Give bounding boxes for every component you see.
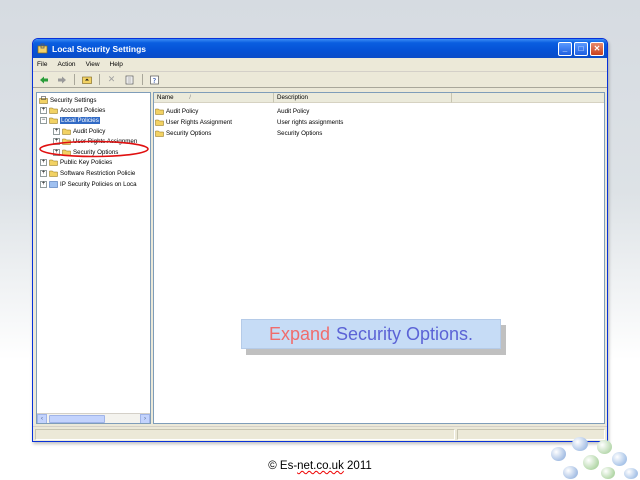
- tree-item-local-policies[interactable]: − Local Policies: [40, 115, 100, 125]
- status-bar: [33, 426, 607, 441]
- scroll-thumb[interactable]: [49, 415, 105, 423]
- tree-item-label: Local Policies: [60, 116, 100, 124]
- menu-bar: File Action View Help: [33, 58, 607, 72]
- folder-icon: [49, 107, 58, 114]
- tree-item-label: Software Restriction Policie: [60, 169, 136, 177]
- tree-item-label: Public Key Policies: [60, 158, 113, 166]
- details-pane[interactable]: Name / Description Audit Policy Audit Po…: [153, 92, 605, 424]
- folder-icon: [49, 159, 58, 166]
- list-item-description: Security Options: [277, 129, 323, 137]
- tree-horizontal-scrollbar[interactable]: ‹ ›: [37, 413, 150, 423]
- expand-icon[interactable]: +: [40, 106, 47, 114]
- minimize-button[interactable]: _: [558, 41, 572, 56]
- up-folder-icon[interactable]: [81, 74, 92, 85]
- tree-item-label: Audit Policy: [73, 127, 106, 135]
- menu-file[interactable]: File: [37, 61, 47, 68]
- expand-icon[interactable]: +: [40, 180, 47, 188]
- toolbar-separator: [74, 74, 75, 85]
- footer-suffix: 2011: [343, 460, 372, 472]
- expand-icon[interactable]: +: [40, 169, 47, 177]
- folder-icon: [49, 170, 58, 177]
- security-settings-icon: [37, 43, 48, 54]
- bubble-decoration: [572, 437, 588, 451]
- column-header-name[interactable]: Name /: [154, 93, 274, 103]
- folder-icon: [62, 128, 71, 135]
- back-icon[interactable]: [38, 74, 49, 85]
- tree-item-label: IP Security Policies on Loca: [60, 180, 137, 188]
- title-bar[interactable]: Local Security Settings _ □ ✕: [33, 39, 607, 58]
- window-title: Local Security Settings: [52, 43, 146, 54]
- footer-prefix: © Es-: [268, 460, 298, 472]
- bubble-decoration: [563, 466, 578, 479]
- local-security-settings-window: Local Security Settings _ □ ✕ File Actio…: [32, 38, 608, 442]
- shield-icon: [49, 180, 58, 188]
- maximize-button[interactable]: □: [574, 41, 588, 56]
- list-item-description: Audit Policy: [277, 107, 310, 115]
- menu-action[interactable]: Action: [57, 61, 75, 68]
- close-button[interactable]: ✕: [590, 41, 604, 56]
- expand-icon[interactable]: +: [53, 127, 60, 135]
- folder-icon: [155, 119, 164, 126]
- scroll-left-icon[interactable]: ‹: [37, 413, 47, 423]
- menu-view[interactable]: View: [86, 61, 100, 68]
- toolbar-separator: [142, 74, 143, 85]
- copyright-footer: © Es-net.co.uk 2011: [0, 460, 640, 472]
- toolbar-separator: [99, 74, 100, 85]
- annotation-circle: [39, 140, 149, 158]
- sort-indicator-icon: /: [189, 94, 191, 101]
- tree-item-audit-policy[interactable]: + Audit Policy: [53, 126, 105, 136]
- bubble-decoration: [612, 452, 627, 466]
- list-item-description: User rights assignments: [277, 118, 344, 126]
- forward-icon[interactable]: [56, 74, 67, 85]
- tree-root-label: Security Settings: [50, 96, 97, 104]
- footer-domain: net.co.uk: [297, 460, 344, 472]
- tree-item-label: Account Policies: [60, 106, 106, 114]
- callout-target: Security Options.: [336, 323, 474, 344]
- security-settings-icon: [39, 96, 48, 104]
- bubble-decoration: [597, 440, 612, 454]
- column-header-description[interactable]: Description: [274, 93, 452, 103]
- folder-open-icon: [49, 117, 58, 124]
- list-item-name: User Rights Assignment: [166, 118, 233, 126]
- tree-item-account-policies[interactable]: + Account Policies: [40, 105, 105, 115]
- tree-item-software-restriction-policies[interactable]: + Software Restriction Policie: [40, 168, 135, 178]
- tree-root[interactable]: Security Settings: [39, 95, 96, 105]
- export-list-icon[interactable]: [124, 74, 135, 85]
- folder-icon: [155, 130, 164, 137]
- status-segment: [35, 429, 455, 440]
- toolbar: ✕ ?: [33, 72, 607, 88]
- column-header-filler: [452, 93, 604, 103]
- bubble-decoration: [624, 468, 638, 479]
- tree-pane[interactable]: Security Settings + Account Policies − L…: [36, 92, 151, 424]
- list-item-name: Audit Policy: [166, 107, 199, 115]
- menu-help[interactable]: Help: [110, 61, 123, 68]
- svg-text:?: ?: [152, 77, 156, 85]
- scroll-right-icon[interactable]: ›: [140, 413, 150, 423]
- expand-icon[interactable]: +: [40, 158, 47, 166]
- list-item-name: Security Options: [166, 129, 212, 137]
- bubble-decoration: [551, 447, 566, 461]
- folder-icon: [155, 108, 164, 115]
- bubble-decoration: [583, 455, 599, 470]
- collapse-icon[interactable]: −: [40, 116, 47, 124]
- tree-item-ip-security-policies[interactable]: + IP Security Policies on Loca: [40, 179, 137, 189]
- help-icon[interactable]: ?: [149, 74, 160, 85]
- list-item[interactable]: Security Options: [155, 128, 211, 138]
- delete-icon[interactable]: ✕: [106, 74, 117, 85]
- bubble-decoration: [601, 467, 615, 479]
- instruction-callout: Expand Security Options.: [241, 319, 501, 349]
- callout-verb: Expand: [268, 323, 330, 344]
- list-item[interactable]: User Rights Assignment: [155, 117, 232, 127]
- list-item[interactable]: Audit Policy: [155, 106, 198, 116]
